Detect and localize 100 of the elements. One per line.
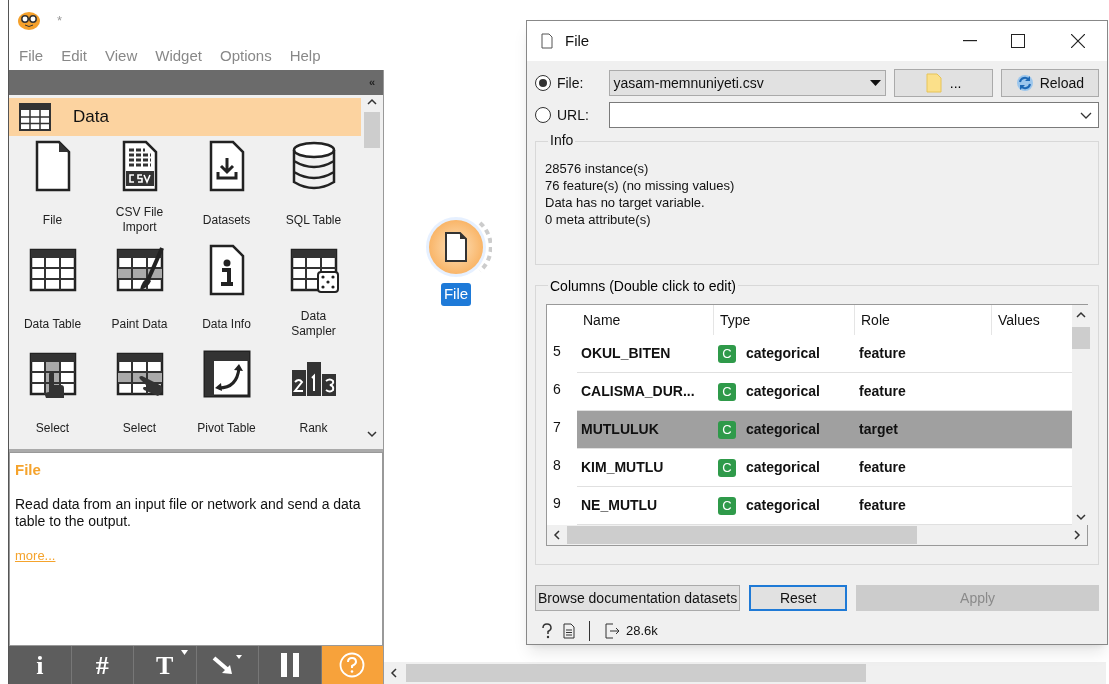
menu-item[interactable]: File	[19, 44, 44, 68]
name-label: KIM_MUTLU	[580, 458, 665, 477]
widget-tile[interactable]: Pivot Table	[183, 344, 270, 442]
pause-icon	[278, 653, 301, 677]
menu-item[interactable]: Options	[219, 44, 272, 68]
role-label: feature	[858, 458, 907, 477]
type-label: categorical	[746, 420, 820, 439]
widget-tile[interactable]: Select	[96, 344, 183, 442]
horizontal-scrollbar[interactable]	[547, 525, 1087, 545]
chevron-down-icon	[1080, 111, 1092, 119]
widget-label: CSV File Import	[114, 204, 165, 236]
widget-tile[interactable]: SQL Table	[270, 136, 357, 240]
window-title: *	[57, 12, 63, 31]
category-label: Data	[73, 106, 109, 129]
name-label: MUTLULUK	[580, 420, 660, 439]
name-label: OKUL_BITEN	[580, 344, 672, 363]
scroll-thumb[interactable]	[406, 664, 866, 682]
radio-label: File:	[556, 73, 585, 93]
chevron-up-icon[interactable]	[1076, 311, 1086, 319]
row-number: 8	[552, 456, 562, 475]
output-count: 28.6k	[626, 622, 658, 641]
dropdown-icon	[870, 80, 882, 86]
widget-tile[interactable]: Data Sampler	[270, 240, 357, 344]
name-label: NE_MUTLU	[580, 496, 659, 515]
refresh-icon	[1015, 74, 1034, 92]
node-label: File	[440, 283, 472, 306]
row-number: 5	[552, 342, 562, 361]
help-text: Read data from an input file or network and send a data table to the output.	[15, 495, 362, 530]
chevron-down-icon[interactable]	[1076, 513, 1086, 521]
chevron-right-icon[interactable]	[1073, 530, 1081, 540]
widget-label: Rank	[298, 419, 329, 437]
widget-label: Datasets	[201, 211, 252, 229]
info-line: 76 feature(s) (no missing values)	[545, 177, 736, 194]
widget-tile[interactable]: Paint Data	[96, 240, 183, 344]
menu-item[interactable]: View	[105, 44, 138, 68]
menu-item[interactable]: Help	[289, 44, 321, 68]
type-label: categorical	[746, 382, 820, 401]
help-icon	[339, 652, 366, 678]
row-number: 7	[552, 418, 562, 437]
widget-label: File	[41, 211, 64, 229]
scroll-thumb[interactable]	[364, 112, 380, 148]
type-badge: C	[718, 344, 736, 363]
widget-label: SQL Table	[284, 211, 343, 229]
menu-item[interactable]: Edit	[61, 44, 88, 68]
horizontal-scrollbar[interactable]	[384, 662, 1106, 684]
row-number: 9	[552, 494, 562, 513]
role-label: feature	[858, 344, 907, 363]
document-icon	[541, 33, 553, 49]
reset-button[interactable]: Reset	[749, 585, 848, 611]
close-icon[interactable]	[1071, 34, 1085, 48]
folder-icon	[925, 73, 942, 93]
radio-button[interactable]	[535, 75, 551, 91]
dialog-title: File	[565, 30, 590, 51]
widget-tile[interactable]: Select	[9, 344, 96, 442]
minimize-icon[interactable]	[963, 40, 977, 42]
type-badge: C	[718, 420, 736, 439]
chevron-up-icon[interactable]	[367, 98, 377, 106]
widget-label: Data Sampler	[290, 308, 337, 340]
type-badge: C	[718, 458, 736, 477]
reload-button[interactable]: Reload	[1000, 69, 1099, 97]
role-label: feature	[858, 382, 907, 401]
url-field[interactable]	[609, 102, 1099, 128]
maximize-icon[interactable]	[1011, 34, 1025, 48]
widget-tile[interactable]: Rank	[270, 344, 357, 442]
scroll-thumb[interactable]	[567, 526, 917, 544]
file-combo[interactable]: yasam-memnuniyeti.csv	[608, 70, 887, 96]
scroll-thumb[interactable]	[1072, 327, 1090, 349]
radio-label: URL:	[557, 105, 590, 125]
help-icon[interactable]	[541, 623, 553, 639]
browse-docs-button[interactable]: Browse documentation datasets	[535, 585, 741, 611]
type-label: categorical	[746, 344, 820, 363]
widget-tile[interactable]: File	[9, 136, 96, 240]
menu-item[interactable]: Widget	[155, 44, 202, 68]
info-line: 28576 instance(s)	[545, 160, 650, 177]
widget-tile[interactable]: CSV File Import	[96, 136, 183, 240]
widget-tile[interactable]: Datasets	[183, 136, 270, 240]
report-icon[interactable]	[563, 623, 575, 639]
browse-button[interactable]: ...	[894, 69, 993, 97]
widget-label: Select	[34, 419, 71, 437]
widget-tile[interactable]: Data Info	[183, 240, 270, 344]
chevron-down-icon[interactable]	[367, 430, 377, 438]
widget-label: Data Table	[22, 315, 83, 333]
widget-label: Pivot Table	[196, 419, 257, 437]
arrow-icon	[212, 654, 243, 676]
chevron-left-icon[interactable]	[553, 530, 561, 540]
table-row[interactable]: MUTLULUK C categorical target	[577, 411, 1072, 449]
chevron-left-icon[interactable]	[390, 668, 398, 678]
category-header[interactable]: Data	[9, 98, 361, 136]
dropdown-icon	[180, 650, 188, 655]
help-button[interactable]	[320, 646, 383, 684]
widget-label: Select	[121, 419, 158, 437]
widget-tile[interactable]: Data Table	[9, 240, 96, 344]
widget-label: Data Info	[201, 315, 252, 333]
app-logo-icon	[17, 11, 41, 31]
role-label: target	[858, 420, 899, 439]
widget-label: Paint Data	[110, 315, 169, 333]
radio-button[interactable]	[535, 107, 551, 123]
output-icon	[604, 623, 620, 639]
type-label: categorical	[746, 496, 820, 515]
help-title: File	[15, 460, 42, 480]
